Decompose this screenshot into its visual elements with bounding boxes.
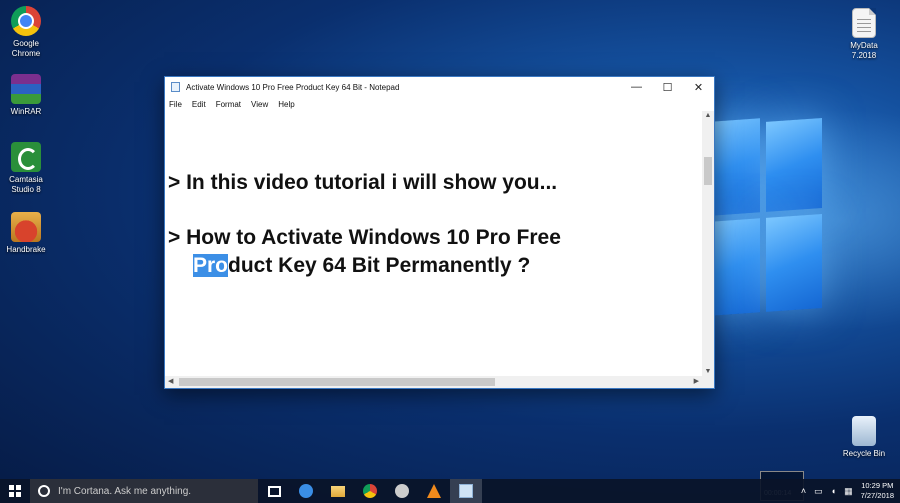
network-icon[interactable]: ▭ (814, 486, 823, 497)
taskbar-file-explorer[interactable] (322, 479, 354, 503)
desktop-icon-label: MyData 7.2018 (850, 41, 878, 60)
windows-start-icon (9, 485, 21, 497)
menu-help[interactable]: Help (278, 100, 294, 109)
edge-icon (299, 484, 313, 498)
text-line-3-rest: duct Key 64 Bit Permanently ? (228, 254, 531, 277)
notepad-icon (171, 82, 180, 92)
search-placeholder: I'm Cortana. Ask me anything. (58, 485, 192, 497)
maximize-button[interactable]: ☐ (652, 77, 683, 97)
chrome-icon (363, 484, 377, 498)
keyboard-icon[interactable]: ▦ (844, 486, 853, 497)
desktop-icon-handbrake[interactable]: Handbrake (0, 212, 52, 255)
file-explorer-icon (331, 485, 345, 497)
task-view-icon (267, 485, 281, 497)
vertical-scroll-thumb[interactable] (704, 157, 712, 185)
scroll-down-icon[interactable]: ▼ (702, 368, 714, 375)
recycle-bin-icon (852, 416, 876, 446)
clock-time: 10:29 PM (861, 481, 894, 490)
handbrake-icon (11, 212, 41, 242)
volume-icon[interactable]: ◖ (831, 486, 836, 496)
camtasia-icon (11, 142, 41, 172)
notepad-window[interactable]: Activate Windows 10 Pro Free Product Key… (164, 76, 715, 389)
close-button[interactable]: ✕ (683, 77, 714, 97)
desktop-icon-label: Handbrake (6, 245, 46, 254)
minimize-button[interactable]: — (621, 77, 652, 97)
system-tray: ˄ ▭ ◖ ▦ 10:29 PM 7/27/2018 (797, 479, 900, 503)
selected-text: Pro (193, 254, 229, 277)
desktop-icon-mydata[interactable]: MyData 7.2018 (838, 8, 890, 61)
desktop-icon-camtasia[interactable]: Camtasia Studio 8 (0, 142, 52, 195)
scroll-up-icon[interactable]: ▲ (702, 112, 714, 119)
text-line-1: > In this video tutorial i will show you… (168, 171, 558, 194)
start-button[interactable] (0, 479, 30, 503)
clock[interactable]: 10:29 PM 7/27/2018 (861, 481, 894, 501)
winrar-icon (11, 74, 41, 104)
settings-icon (395, 484, 409, 498)
taskbar-vlc[interactable] (418, 479, 450, 503)
menu-edit[interactable]: Edit (192, 100, 206, 109)
desktop-icon-label: Google Chrome (11, 39, 41, 58)
text-line-3: Product Key 64 Bit Permanently ? (168, 252, 702, 280)
document-icon (852, 8, 876, 38)
menu-format[interactable]: Format (216, 100, 241, 109)
taskbar-settings[interactable] (386, 479, 418, 503)
cortana-icon (38, 485, 50, 497)
chrome-icon (11, 6, 41, 36)
taskbar-task-view[interactable] (258, 479, 290, 503)
scroll-left-icon[interactable]: ◀ (168, 377, 173, 385)
horizontal-scrollbar[interactable]: ◀ ▶ (165, 376, 702, 388)
windows-logo (704, 114, 824, 322)
menu-bar: File Edit Format View Help (165, 97, 714, 111)
horizontal-scroll-thumb[interactable] (179, 378, 495, 386)
desktop-icon-label: Camtasia Studio 8 (9, 175, 43, 194)
resize-corner[interactable] (702, 376, 714, 388)
chevron-up-icon[interactable]: ˄ (801, 486, 806, 496)
menu-view[interactable]: View (251, 100, 268, 109)
taskbar-chrome[interactable] (354, 479, 386, 503)
notepad-icon (459, 484, 473, 498)
text-editor[interactable]: > In this video tutorial i will show you… (165, 111, 702, 376)
text-line-2: > How to Activate Windows 10 Pro Free (168, 226, 561, 249)
title-bar[interactable]: Activate Windows 10 Pro Free Product Key… (165, 77, 714, 97)
window-title: Activate Windows 10 Pro Free Product Key… (186, 82, 400, 92)
menu-file[interactable]: File (169, 100, 182, 109)
vertical-scrollbar[interactable]: ▲ ▼ (702, 111, 714, 376)
taskbar-notepad[interactable] (450, 479, 482, 503)
desktop-icon-winrar[interactable]: WinRAR (0, 74, 52, 117)
taskbar-edge[interactable] (290, 479, 322, 503)
desktop-icon-label: Recycle Bin (842, 449, 886, 458)
desktop-icon-recycle-bin[interactable]: Recycle Bin (838, 416, 890, 459)
desktop-icon-chrome[interactable]: Google Chrome (0, 6, 52, 59)
vlc-icon (427, 484, 441, 498)
scroll-right-icon[interactable]: ▶ (694, 377, 699, 385)
cortana-search-box[interactable]: I'm Cortana. Ask me anything. (30, 479, 258, 503)
taskbar: I'm Cortana. Ask me anything. ˄ ▭ ◖ ▦ 10… (0, 479, 900, 503)
desktop-icon-label: WinRAR (10, 107, 42, 116)
clock-date: 7/27/2018 (860, 491, 894, 500)
